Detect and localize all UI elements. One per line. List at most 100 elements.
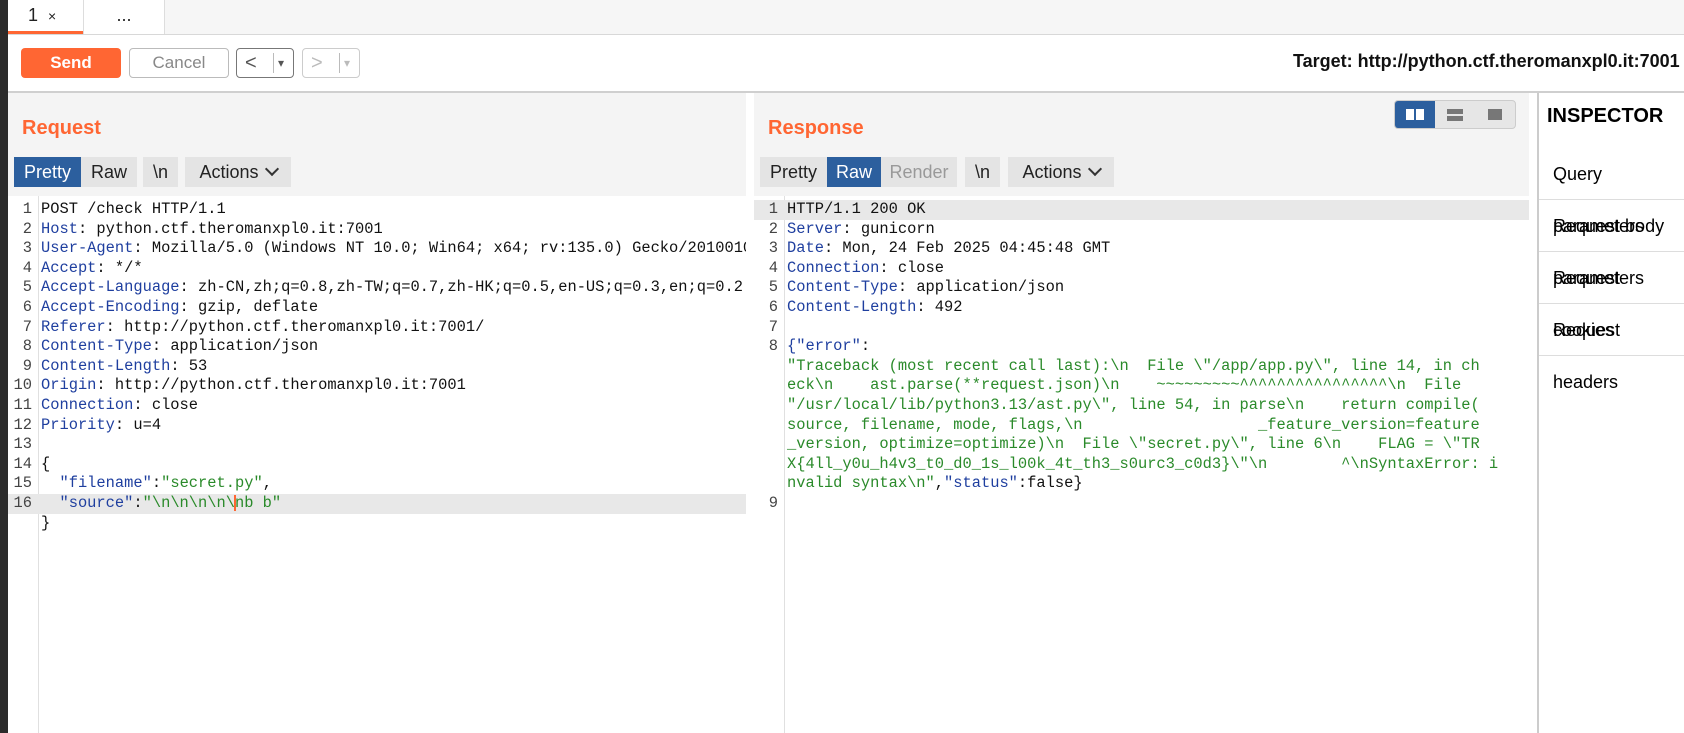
- json-key: "status": [944, 474, 1018, 493]
- pretty-button[interactable]: Pretty: [14, 157, 81, 187]
- code-line[interactable]: eck\n ast.parse(**request.json)\n ~~~~~~…: [754, 376, 1529, 396]
- header-key: Content-Length: [41, 356, 171, 375]
- target-label[interactable]: Target: http://python.ctf.theromanxpl0.i…: [1293, 51, 1680, 72]
- code-line[interactable]: 3 Date: Mon, 24 Feb 2025 04:45:48 GMT: [754, 239, 1529, 259]
- code-line[interactable]: 7: [754, 318, 1529, 338]
- cancel-button[interactable]: Cancel: [129, 48, 229, 78]
- code-line[interactable]: 8 {"error":: [754, 337, 1529, 357]
- newline-toggle-button[interactable]: \n: [143, 157, 178, 187]
- line-content: {: [41, 455, 50, 475]
- code-line[interactable]: 16 "source":"\n\n\n\n\nb b": [8, 494, 746, 514]
- tab-label: 1: [28, 5, 39, 25]
- code-line[interactable]: 5 Accept-Language: zh-CN,zh;q=0.8,zh-TW;q…: [8, 278, 746, 298]
- header-key: Referer: [41, 317, 106, 336]
- code-line[interactable]: "Traceback (most recent call last):\n Fi…: [754, 357, 1529, 377]
- inspector-headers[interactable]: Request headers: [1539, 304, 1684, 392]
- line-content: Content-Length: 53: [41, 357, 207, 377]
- render-button[interactable]: Render: [881, 157, 957, 187]
- line-number: 13: [13, 435, 32, 454]
- text: :false}: [1017, 474, 1083, 493]
- code-line[interactable]: nvalid syntax\n","status":false}: [754, 474, 1529, 494]
- newline-toggle-button[interactable]: \n: [965, 157, 1000, 187]
- line-number: 5: [22, 278, 32, 297]
- response-title: Response: [768, 117, 864, 139]
- chevron-down-icon: [1087, 161, 1102, 177]
- code-line[interactable]: 10 Origin: http://python.ctf.theromanxpl0…: [8, 376, 746, 396]
- text: HTTP/1.1 200 OK: [787, 200, 926, 218]
- header-key: Content-Type: [787, 278, 898, 297]
- request-editor[interactable]: 1 POST /check HTTP/1.1 2 Host: python.ctf.t…: [8, 196, 746, 733]
- response-editor[interactable]: 1 HTTP/1.1 200 OK 2 Server: gunicorn 3 Date: …: [754, 196, 1529, 733]
- raw-button[interactable]: Raw: [827, 157, 881, 187]
- header-key: Origin: [41, 376, 97, 395]
- line-content: Connection: close: [787, 259, 944, 279]
- text: : zh-CN,zh;q=0.8,zh-TW;q=0.7,zh-HK;q=0.5…: [179, 278, 743, 297]
- line-content: POST /check HTTP/1.1: [41, 200, 226, 220]
- code-line[interactable]: 5 Content-Type: application/json: [754, 278, 1529, 298]
- code-line[interactable]: 12 Priority: u=4: [8, 416, 746, 436]
- string-value: nb b": [234, 494, 282, 512]
- code-line[interactable]: 4 Accept: */*: [8, 259, 746, 279]
- code-line[interactable]: 14 {: [8, 455, 746, 475]
- text: POST /check HTTP/1.1: [41, 200, 226, 218]
- line-number: 9: [768, 494, 778, 512]
- send-button[interactable]: Send: [21, 48, 121, 78]
- code-line[interactable]: 9: [754, 494, 1529, 514]
- code-line[interactable]: }: [8, 514, 746, 534]
- code-line[interactable]: _version, optimize=optimize)\n File \"se…: [754, 435, 1529, 455]
- line-content: Connection: close: [41, 396, 198, 416]
- line-number: 7: [22, 317, 32, 336]
- text: : u=4: [114, 415, 162, 434]
- inspector-body-params[interactable]: Request body parameters: [1539, 200, 1684, 288]
- code-line[interactable]: 9 Content-Length: 53: [8, 357, 746, 377]
- text: : http://python.ctf.theromanxpl0.it:7001: [96, 376, 466, 395]
- code-line[interactable]: 4 Connection: close: [754, 259, 1529, 279]
- raw-button[interactable]: Raw: [81, 157, 137, 187]
- columns-icon: [1406, 109, 1424, 120]
- code-line[interactable]: 6 Content-Length: 492: [754, 298, 1529, 318]
- pane-divider[interactable]: [746, 93, 754, 733]
- code-line[interactable]: X{4ll_y0u_h4v3_t0_d0_1s_l00k_4t_th3_s0ur…: [754, 455, 1529, 475]
- split-vertical-layout-button[interactable]: [1395, 101, 1435, 128]
- code-line[interactable]: 11 Connection: close: [8, 396, 746, 416]
- code-line[interactable]: 3 User-Agent: Mozilla/5.0 (Windows NT 10.…: [8, 239, 746, 259]
- code-line[interactable]: 7 Referer: http://python.ctf.theromanxpl0…: [8, 318, 746, 338]
- line-number: 2: [22, 219, 32, 238]
- line-content: Content-Type: application/json: [41, 337, 318, 357]
- header-key: User-Agent: [41, 239, 134, 258]
- code-line[interactable]: 8 Content-Type: application/json: [8, 337, 746, 357]
- actions-menu-button[interactable]: Actions: [1008, 157, 1114, 187]
- header-key: Content-Length: [787, 298, 917, 316]
- line-number: 1: [768, 200, 778, 218]
- tabbed-layout-button[interactable]: [1475, 101, 1515, 128]
- dropdown-icon[interactable]: ▾: [344, 49, 350, 77]
- inspector-query-params[interactable]: Query parameters: [1539, 148, 1684, 236]
- pretty-button[interactable]: Pretty: [760, 157, 827, 187]
- text: : close: [879, 258, 945, 277]
- code-line[interactable]: 6 Accept-Encoding: gzip, deflate: [8, 298, 746, 318]
- history-back-button[interactable]: < ▾: [236, 48, 294, 78]
- code-line[interactable]: 1 POST /check HTTP/1.1: [8, 200, 746, 220]
- code-line[interactable]: source, filename, mode, flags,\n _featur…: [754, 416, 1529, 436]
- inspector-cookies[interactable]: Request cookies: [1539, 252, 1684, 340]
- chevron-right-icon: >: [311, 52, 323, 74]
- code-line[interactable]: "/usr/local/lib/python3.13/ast.py\", lin…: [754, 396, 1529, 416]
- code-line[interactable]: 15 "filename":"secret.py",: [8, 474, 746, 494]
- code-line[interactable]: 2 Host: python.ctf.theromanxpl0.it:7001: [8, 220, 746, 240]
- tab-more[interactable]: ...: [83, 0, 165, 34]
- line-content: _version, optimize=optimize)\n File \"se…: [787, 435, 1480, 455]
- line-content: Priority: u=4: [41, 416, 161, 436]
- header-key: Date: [787, 239, 824, 258]
- actions-menu-button[interactable]: Actions: [185, 157, 291, 187]
- dropdown-icon[interactable]: ▾: [278, 49, 284, 77]
- history-forward-button[interactable]: > ▾: [302, 48, 360, 78]
- string-value: _version, optimize=optimize)\n File \"se…: [787, 435, 1480, 454]
- code-line[interactable]: 13: [8, 435, 746, 455]
- code-line[interactable]: 2 Server: gunicorn: [754, 220, 1529, 240]
- code-line[interactable]: 1 HTTP/1.1 200 OK: [754, 200, 1529, 220]
- string-value: X{4ll_y0u_h4v3_t0_d0_1s_l00k_4t_th3_s0ur…: [787, 454, 1499, 473]
- tab-1[interactable]: 1 ×: [8, 0, 83, 34]
- line-content: User-Agent: Mozilla/5.0 (Windows NT 10.0…: [41, 239, 746, 259]
- split-horizontal-layout-button[interactable]: [1435, 101, 1475, 128]
- close-icon[interactable]: ×: [48, 8, 56, 24]
